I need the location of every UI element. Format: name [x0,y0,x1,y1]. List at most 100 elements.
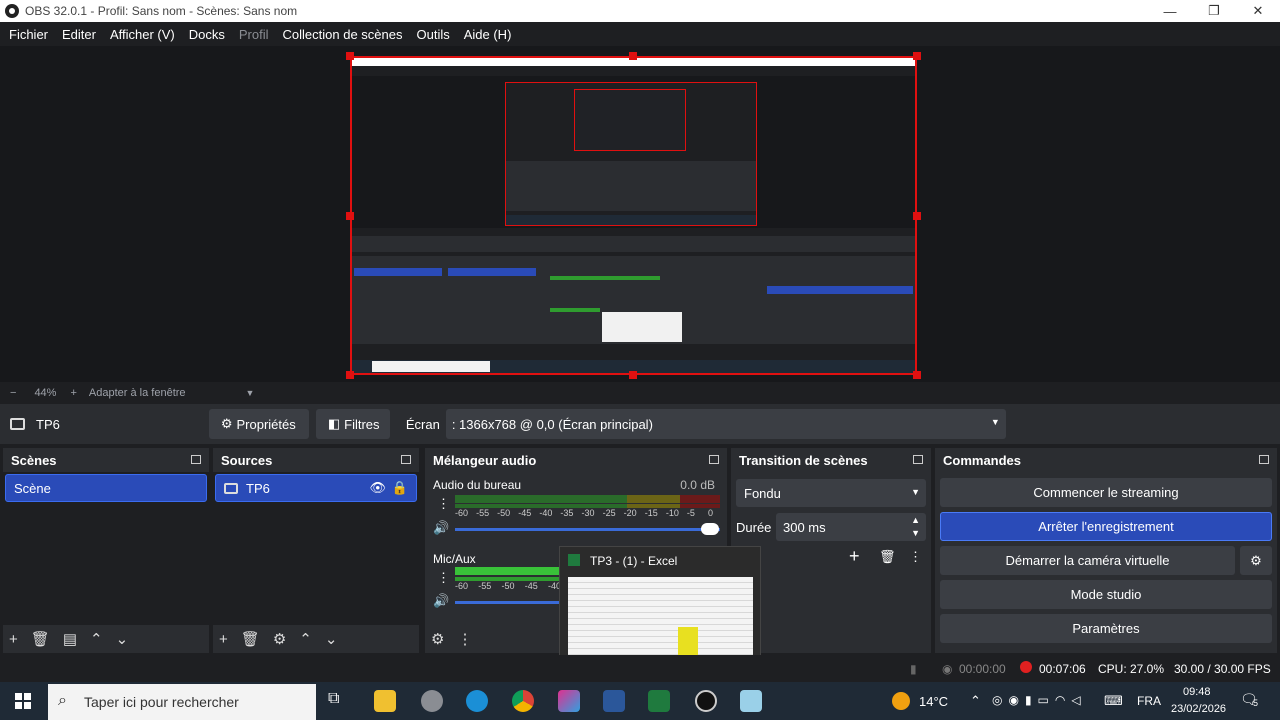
kebab-menu-icon[interactable]: ⋮ [437,496,450,512]
start-streaming-button[interactable]: Commencer le streaming [940,478,1272,507]
studio-mode-button[interactable]: Mode studio [940,580,1272,609]
volume-icon[interactable]: 🔊 [433,520,449,536]
source-toolbar: TP6 ⚙ Propriétés ◧ Filtres Écran : 1366x… [0,404,1280,444]
m365-icon[interactable] [558,690,580,712]
excel-icon[interactable] [648,690,670,712]
minimize-button[interactable]: — [1148,0,1192,22]
zoom-fit-select[interactable]: Adapter à la fenêtre [89,387,186,399]
spin-up-icon[interactable]: ▲ [911,515,920,525]
clock-time[interactable]: 09:48 [1183,686,1211,698]
move-down-button[interactable]: ⌄ [325,630,338,648]
settings-button[interactable]: Paramètres [940,614,1272,643]
chevron-down-icon[interactable]: ▼ [246,388,255,398]
source-item[interactable]: TP6 👁 🔒 [215,474,417,502]
trash-icon[interactable]: 🗑 [879,549,896,565]
menu-editer[interactable]: Editer [55,27,103,42]
preview-canvas[interactable] [350,56,917,375]
chrome-icon[interactable] [512,690,534,712]
tray-chevron-icon[interactable]: ⌃ [970,693,981,709]
channel-name: Mic/Aux [433,552,476,566]
move-down-button[interactable]: ⌄ [116,630,129,648]
stop-recording-button[interactable]: Arrêter l'enregistrement [940,512,1272,541]
windows-start-icon[interactable] [15,693,31,709]
undock-icon[interactable] [191,455,201,464]
meter-tick-label: -30 [581,508,595,518]
close-button[interactable]: ✕ [1236,0,1280,22]
undock-icon[interactable] [709,455,719,464]
zoom-out-button[interactable]: − [10,387,16,399]
scene-item[interactable]: Scène [5,474,207,502]
eye-icon[interactable]: 👁 [369,480,386,496]
menu-profil[interactable]: Profil [232,27,276,42]
meter-tick-label: -20 [623,508,637,518]
resize-handle-tm[interactable] [629,52,637,60]
remove-scene-button[interactable]: 🗑 [31,630,50,648]
tray-icons[interactable]: ◎◉▮▭◠◁ [992,693,1087,707]
resize-handle-bm[interactable] [629,371,637,379]
volume-slider[interactable] [455,601,560,604]
undock-icon[interactable] [1259,455,1269,464]
app-icon[interactable] [740,690,762,712]
move-up-button[interactable]: ⌃ [90,630,103,648]
app-icon[interactable] [421,690,443,712]
virtual-camera-settings-button[interactable]: ⚙ [1240,546,1272,575]
gear-icon[interactable]: ⚙ [273,630,286,648]
task-view-icon[interactable]: ⧉ [328,690,339,708]
properties-button[interactable]: ⚙ Propriétés [208,409,309,439]
word-icon[interactable] [603,690,625,712]
taskbar-search[interactable]: ⌕ Taper ici pour rechercher [48,684,316,720]
volume-slider[interactable] [455,528,720,531]
undock-icon[interactable] [913,455,923,464]
add-scene-button[interactable]: + [9,631,18,648]
menu-outils[interactable]: Outils [409,27,456,42]
resize-handle-bl[interactable] [346,371,354,379]
move-up-button[interactable]: ⌃ [299,630,312,648]
obs-icon[interactable] [695,690,717,712]
filter-icon[interactable]: ▤ [63,630,77,648]
zoom-in-button[interactable]: + [70,387,76,399]
file-explorer-icon[interactable] [374,690,396,712]
volume-slider-handle[interactable] [701,523,719,535]
start-virtual-camera-button[interactable]: Démarrer la caméra virtuelle [940,546,1235,575]
spin-down-icon[interactable]: ▼ [911,528,920,538]
keyboard-icon[interactable]: ⌨ [1104,693,1123,709]
resize-handle-br[interactable] [913,371,921,379]
edge-icon[interactable] [466,690,488,712]
menu-docks[interactable]: Docks [182,27,232,42]
maximize-button[interactable]: ❐ [1192,0,1236,22]
screen-select[interactable]: : 1366x768 @ 0,0 (Écran principal) ▼ [445,409,1006,439]
kebab-menu-icon[interactable]: ⋮ [457,630,472,648]
scenes-list[interactable]: Scène [3,472,209,625]
resize-handle-mr[interactable] [913,212,921,220]
menu-collection-scenes[interactable]: Collection de scènes [276,27,410,42]
kebab-menu-icon[interactable]: ⋮ [909,549,922,565]
filters-button[interactable]: ◧ Filtres [315,409,390,439]
transition-select[interactable]: Fondu ▼ [736,479,926,507]
preview-area[interactable] [0,46,1280,382]
undock-icon[interactable] [401,455,411,464]
kebab-menu-icon[interactable]: ⋮ [437,570,450,586]
sources-list[interactable]: TP6 👁 🔒 [213,472,419,625]
sources-title: Sources [221,452,273,468]
resize-handle-ml[interactable] [346,212,354,220]
properties-label: Propriétés [236,416,296,432]
input-language[interactable]: FRA [1137,694,1161,708]
network-icon: ▮ [910,662,917,676]
remove-source-button[interactable]: 🗑 [241,630,260,648]
duration-spinbox[interactable]: 300 ms ▲ ▼ [776,513,926,541]
menu-afficher[interactable]: Afficher (V) [103,27,182,42]
resize-handle-tr[interactable] [913,52,921,60]
filter-icon: ◧ [327,416,341,431]
add-source-button[interactable]: + [219,631,228,648]
resize-handle-tl[interactable] [346,52,354,60]
volume-icon[interactable]: 🔊 [433,593,449,609]
add-transition-button[interactable]: + [849,546,860,567]
weather-temp[interactable]: 14°C [919,694,948,709]
gear-icon[interactable]: ⚙ [431,630,444,648]
clock-date[interactable]: 23/02/2026 [1171,703,1226,715]
menu-aide[interactable]: Aide (H) [457,27,519,42]
lock-icon[interactable]: 🔒 [392,480,408,496]
nested-inner-docks [506,161,756,211]
menu-fichier[interactable]: Fichier [2,27,55,42]
excel-icon [568,554,580,566]
